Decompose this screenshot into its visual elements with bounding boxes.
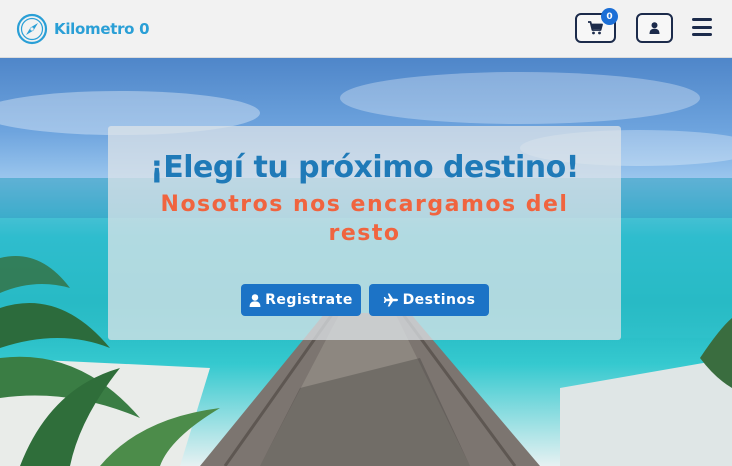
- shopping-cart-icon: [588, 21, 603, 35]
- hero-subtitle: Nosotros nos encargamos del resto: [160, 192, 569, 246]
- user-icon: [249, 293, 261, 307]
- hero-title: ¡Elegí tu próximo destino!: [150, 150, 579, 185]
- compass-icon: [16, 13, 48, 45]
- register-button-label: Registrate: [265, 292, 353, 308]
- navbar: Kilometro 0 0: [0, 0, 732, 58]
- hero-card: ¡Elegí tu próximo destino! Nosotros nos …: [108, 126, 621, 340]
- brand-logo-link[interactable]: Kilometro 0: [16, 13, 150, 45]
- brand-name: Kilometro 0: [54, 20, 150, 38]
- register-button[interactable]: Registrate: [241, 284, 361, 316]
- plane-icon: [383, 293, 398, 307]
- cart-button[interactable]: 0: [575, 8, 618, 43]
- destinos-button[interactable]: Destinos: [369, 284, 489, 316]
- user-account-button[interactable]: [636, 13, 673, 43]
- menu-bar: [692, 33, 712, 36]
- menu-bar: [692, 18, 712, 21]
- menu-bar: [692, 25, 712, 29]
- destinos-button-label: Destinos: [402, 292, 476, 308]
- cart-count-badge: 0: [601, 8, 618, 25]
- user-icon: [649, 22, 660, 34]
- hero-section: ¡Elegí tu próximo destino! Nosotros nos …: [0, 58, 732, 466]
- hamburger-menu-icon[interactable]: [690, 15, 714, 39]
